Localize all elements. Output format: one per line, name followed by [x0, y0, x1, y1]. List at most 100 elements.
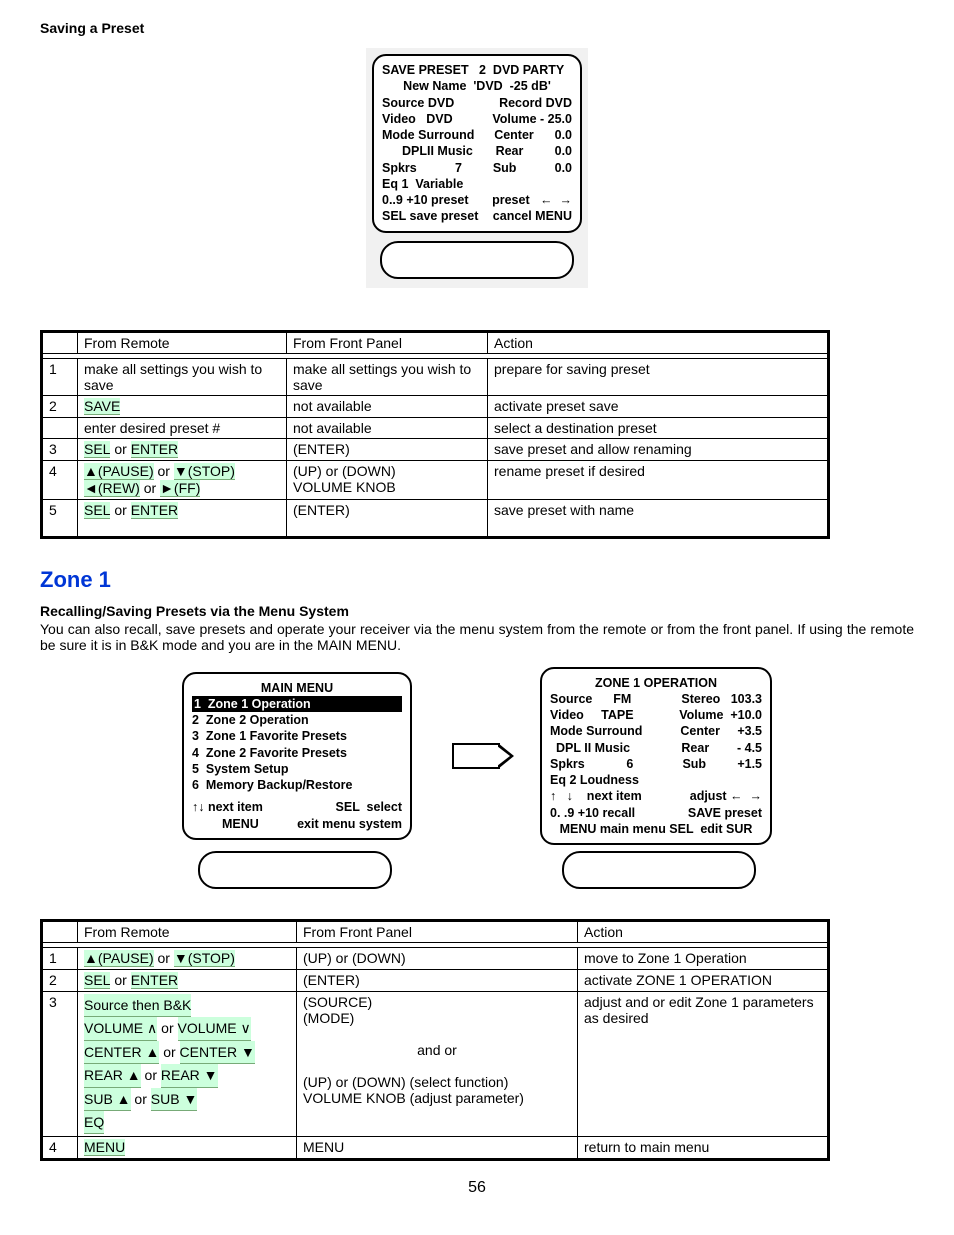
lcd-line: Center 0.0	[494, 127, 572, 143]
remote-key: REAR ▼	[161, 1064, 218, 1087]
cell: prepare for saving preset	[488, 358, 829, 395]
cell: not available	[287, 395, 488, 417]
cell: MENU	[297, 1137, 578, 1160]
lcd-title: ZONE 1 OPERATION	[595, 675, 717, 691]
lcd-hint: exit menu system	[297, 816, 402, 832]
remote-key: Source then B&K	[84, 994, 191, 1017]
cell: (UP) or (DOWN) VOLUME KNOB	[287, 460, 488, 499]
remote-key-pause: ▲(PAUSE)	[84, 463, 154, 480]
remote-key-stop: ▼(STOP)	[174, 950, 235, 967]
remote-key: VOLUME ∧	[84, 1017, 157, 1040]
lcd-line: Video TAPE	[550, 707, 634, 723]
remote-key-sel: SEL	[84, 441, 110, 458]
step-num: 3	[42, 438, 78, 460]
text: or	[110, 972, 130, 988]
cell: SEL or ENTER	[78, 438, 287, 460]
cell: (SOURCE) (MODE) and or (UP) or (DOWN) (s…	[297, 992, 578, 1137]
lcd-line: Sub +1.5	[682, 756, 762, 772]
step-num: 1	[42, 948, 78, 970]
text: (SOURCE)	[303, 994, 372, 1010]
cell: make all settings you wish to save	[287, 358, 488, 395]
lcd-line: Rear - 4.5	[681, 740, 762, 756]
lcd-hint: MENU main menu SEL edit SUR	[560, 821, 753, 837]
cell: (ENTER)	[297, 970, 578, 992]
save-preset-lcd-panel: SAVE PRESET 2 DVD PARTY New Name 'DVD -2…	[366, 48, 588, 288]
lcd-hint: SEL select	[336, 799, 402, 815]
lcd-item: 2 Zone 2 Operation	[192, 712, 309, 728]
lcd-line: DPLII Music	[402, 143, 473, 159]
cell: select a destination preset	[488, 417, 829, 438]
remote-key-stop: ▼(STOP)	[174, 463, 235, 480]
lcd-line: Sub 0.0	[493, 160, 572, 176]
col-action: Action	[488, 331, 829, 353]
remote-key-enter: ENTER	[131, 972, 178, 989]
lcd-line: DPL II Music	[556, 740, 630, 756]
cell: adjust and or edit Zone 1 parameters as …	[578, 992, 829, 1137]
zone-subtitle: Recalling/Saving Presets via the Menu Sy…	[40, 603, 914, 619]
zone-paragraph: You can also recall, save presets and op…	[40, 621, 914, 653]
remote-key-rew: ◄(REW)	[84, 480, 140, 497]
col-remote: From Remote	[78, 331, 287, 353]
lcd-line: Eq 2 Loudness	[550, 772, 639, 788]
zone-1-heading: Zone 1	[40, 567, 914, 593]
remote-key-pause: ▲(PAUSE)	[84, 950, 154, 967]
saving-heading: Saving a Preset	[40, 20, 914, 36]
text: or	[140, 480, 160, 496]
lcd-hint: ↑ ↓ next item	[550, 788, 642, 804]
lcd-line: Source DVD	[382, 95, 454, 111]
lcd-line: cancel MENU	[493, 208, 572, 224]
cell: Source then B&K VOLUME ∧ or VOLUME ∨ CEN…	[78, 992, 297, 1137]
lcd-item: 6 Memory Backup/Restore	[192, 777, 352, 793]
cell: SAVE	[78, 395, 287, 417]
text: or	[154, 463, 174, 479]
lcd-title: MAIN MENU	[261, 680, 333, 696]
step-num: 4	[42, 460, 78, 499]
step-num: 2	[42, 970, 78, 992]
cell: SEL or ENTER	[78, 970, 297, 992]
cell: activate ZONE 1 OPERATION	[578, 970, 829, 992]
cell: (ENTER)	[287, 438, 488, 460]
cell: save preset with name	[488, 499, 829, 537]
lcd-line: Volume +10.0	[679, 707, 762, 723]
lcd-hint: adjust ← →	[690, 788, 762, 804]
step-num: 4	[42, 1137, 78, 1160]
text: or	[159, 1044, 179, 1060]
col-remote: From Remote	[78, 921, 297, 943]
remote-key-save: SAVE	[84, 398, 120, 415]
col-action: Action	[578, 921, 829, 943]
remote-key: SUB ▲	[84, 1088, 131, 1111]
text: VOLUME KNOB (adjust parameter)	[303, 1090, 524, 1106]
lcd-line: Video DVD	[382, 111, 453, 127]
lcd-line: Stereo 103.3	[681, 691, 762, 707]
step-num: 3	[42, 992, 78, 1137]
blank-caption	[562, 851, 756, 889]
blank-caption	[380, 241, 574, 279]
remote-key-menu: MENU	[84, 1139, 125, 1156]
text: or	[110, 441, 130, 457]
lcd-line: Spkrs 6	[550, 756, 633, 772]
lcd-line: Eq 1 Variable	[382, 176, 463, 192]
text: and or	[417, 1042, 457, 1058]
cell: rename preset if desired	[488, 460, 829, 499]
cell: SEL or ENTER	[78, 499, 287, 537]
lcd-selected-item: 1 Zone 1 Operation	[192, 696, 402, 712]
lcd-line: Source FM	[550, 691, 631, 707]
lcd-hint: SAVE preset	[688, 805, 762, 821]
arrow-right-icon	[452, 743, 500, 769]
main-menu-lcd: MAIN MENU 1 Zone 1 Operation 2 Zone 2 Op…	[182, 672, 412, 840]
cell: enter desired preset #	[78, 417, 287, 438]
text: (UP) or (DOWN) (select function)	[303, 1074, 508, 1090]
cell: move to Zone 1 Operation	[578, 948, 829, 970]
text: or	[110, 502, 130, 518]
zone1-operation-lcd: ZONE 1 OPERATION Source FM Stereo 103.3 V…	[540, 667, 772, 846]
text: or	[141, 1067, 161, 1083]
lcd-line: Record DVD	[499, 95, 572, 111]
lcd-line: preset ← →	[492, 192, 572, 208]
lcd-item: 3 Zone 1 Favorite Presets	[192, 728, 347, 744]
step-num: 1	[42, 358, 78, 395]
cell: (UP) or (DOWN)	[297, 948, 578, 970]
col-front-panel: From Front Panel	[287, 331, 488, 353]
text: or	[154, 950, 174, 966]
zone-steps-table: From Remote From Front Panel Action 1 ▲(…	[40, 919, 830, 1161]
remote-key-sel: SEL	[84, 502, 110, 519]
